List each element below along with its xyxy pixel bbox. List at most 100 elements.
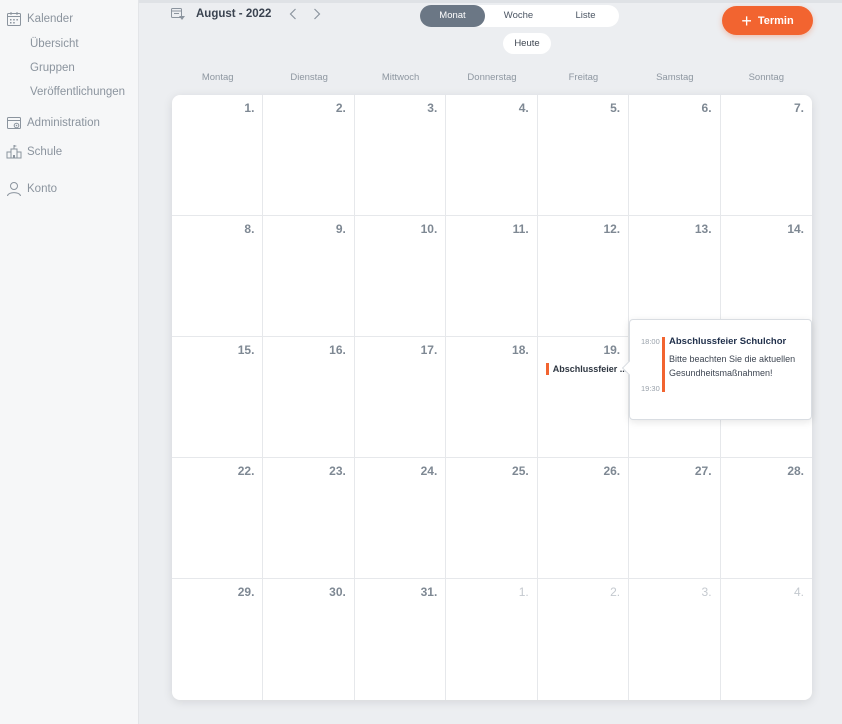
add-event-button[interactable]: + Termin [722,6,813,35]
sidebar-item-calendar[interactable]: Kalender [5,10,73,27]
day-number: 12. [603,222,621,236]
view-switcher: Monat Woche Liste [420,5,619,27]
day-cell[interactable]: 3. [629,579,721,700]
chevron-right-icon[interactable] [311,6,323,22]
day-cell[interactable]: 28. [720,458,812,579]
day-cell[interactable]: 4. [721,579,812,700]
calendar-icon [5,10,22,27]
add-event-label: Termin [757,14,794,27]
day-cell[interactable]: 16. [263,337,355,458]
day-cell[interactable]: 3. [354,95,447,216]
day-number: 25. [512,464,529,478]
view-tab-week[interactable]: Woche [485,5,552,27]
day-cell[interactable]: 9. [263,216,355,337]
sidebar-subitem-overview[interactable]: Übersicht [30,38,79,50]
day-number: 19. [603,343,621,357]
day-number: 27. [694,464,712,478]
day-cell[interactable]: 1. [172,95,264,216]
day-number: 16. [329,343,346,357]
view-tab-month[interactable]: Monat [420,5,485,27]
month-title: August - 2022 [196,8,272,20]
day-number: 22. [237,464,255,478]
event-start-time: 18:00 [641,337,660,346]
admin-settings-icon [5,114,22,131]
sidebar-item-account[interactable]: Konto [5,180,57,197]
day-number: 14. [787,222,804,236]
sidebar-item-label: Schule [27,145,63,158]
day-cell[interactable]: 31. [355,579,447,700]
day-number: 28. [787,464,804,478]
day-cell[interactable]: 17. [354,337,447,458]
day-number: 3. [427,101,438,115]
day-number: 17. [420,343,438,357]
day-cell[interactable]: 27. [629,458,721,579]
weekday-header: Montag Dienstag Mittwoch Donnerstag Freitag S… [172,72,812,83]
weekday-label: Mittwoch [381,72,420,83]
day-cell[interactable]: 6. [629,95,721,216]
calendar-filter-icon[interactable] [170,6,186,22]
chevron-left-icon[interactable] [287,6,299,22]
day-number: 31. [420,585,438,599]
day-cell[interactable]: 18. [446,337,538,458]
day-cell[interactable]: 2. [263,95,355,216]
day-cell[interactable]: 4. [446,95,538,216]
day-number: 24. [420,464,438,478]
sidebar-item-label: Administration [27,116,100,129]
event-title: Abschlussfeier Schulchor [669,336,787,347]
event-end-time: 19:30 [641,384,660,393]
sidebar-subitem-publications[interactable]: Veröffentlichungen [30,86,125,98]
day-number: 5. [610,101,621,115]
day-cell[interactable]: 5. [537,95,630,216]
weekday-label: Freitag [568,72,599,83]
day-cell[interactable]: 8. [172,216,264,337]
day-cell[interactable]: 29. [172,579,264,700]
day-number: 2. [610,585,621,599]
month-navigation: August - 2022 [170,6,335,22]
day-cell[interactable]: 25. [446,458,538,579]
view-tab-list[interactable]: Liste [552,5,619,27]
weekday-label: Sonntag [748,72,784,83]
event-chip[interactable]: Abschlussfeier ... [545,363,626,375]
day-cell[interactable]: 19. Abschlussfeier ... [537,337,630,458]
weekday-label: Donnerstag [467,72,517,83]
event-popover[interactable]: 18:00 19:30 Abschlussfeier Schulchor Bit… [621,319,812,420]
event-color-bar [662,337,665,392]
day-cell[interactable]: 23. [263,458,355,579]
top-divider [139,0,842,3]
day-number: 11. [512,222,529,236]
day-cell[interactable]: 1. [446,579,538,700]
sidebar: Kalender Übersicht Gruppen Veröffentlich… [0,0,139,724]
day-cell[interactable]: 12. [537,216,630,337]
day-number: 18. [512,343,529,357]
weekday-label: Dienstag [290,72,328,83]
day-number: 6. [701,101,712,115]
day-cell[interactable]: 24. [354,458,447,579]
today-button[interactable]: Heute [503,33,551,54]
day-number: 30. [329,585,346,599]
day-number: 29. [237,585,255,599]
sidebar-item-school[interactable]: Schule [5,143,62,160]
plus-icon: + [741,10,752,31]
sidebar-item-label: Konto [27,182,58,195]
event-description: Bitte beachten Sie die aktuellen Gesundh… [669,354,796,378]
day-number: 4. [793,585,804,599]
day-number: 4. [518,101,529,115]
day-number: 3. [701,585,712,599]
day-number: 8. [244,222,255,236]
day-number: 23. [329,464,346,478]
day-cell[interactable]: 2. [538,579,630,700]
day-cell[interactable]: 11. [446,216,538,337]
day-cell[interactable]: 15. [172,337,264,458]
day-number: 26. [603,464,621,478]
sidebar-subitem-groups[interactable]: Gruppen [30,62,75,74]
weekday-label: Samstag [656,72,694,83]
day-cell[interactable]: 7. [720,95,812,216]
day-number: 13. [694,222,712,236]
user-icon [5,180,22,197]
sidebar-item-administration[interactable]: Administration [5,114,100,131]
day-cell[interactable]: 26. [537,458,630,579]
weekday-label: Montag [201,72,234,83]
day-cell[interactable]: 22. [172,458,264,579]
day-cell[interactable]: 10. [354,216,447,337]
day-cell[interactable]: 30. [263,579,355,700]
